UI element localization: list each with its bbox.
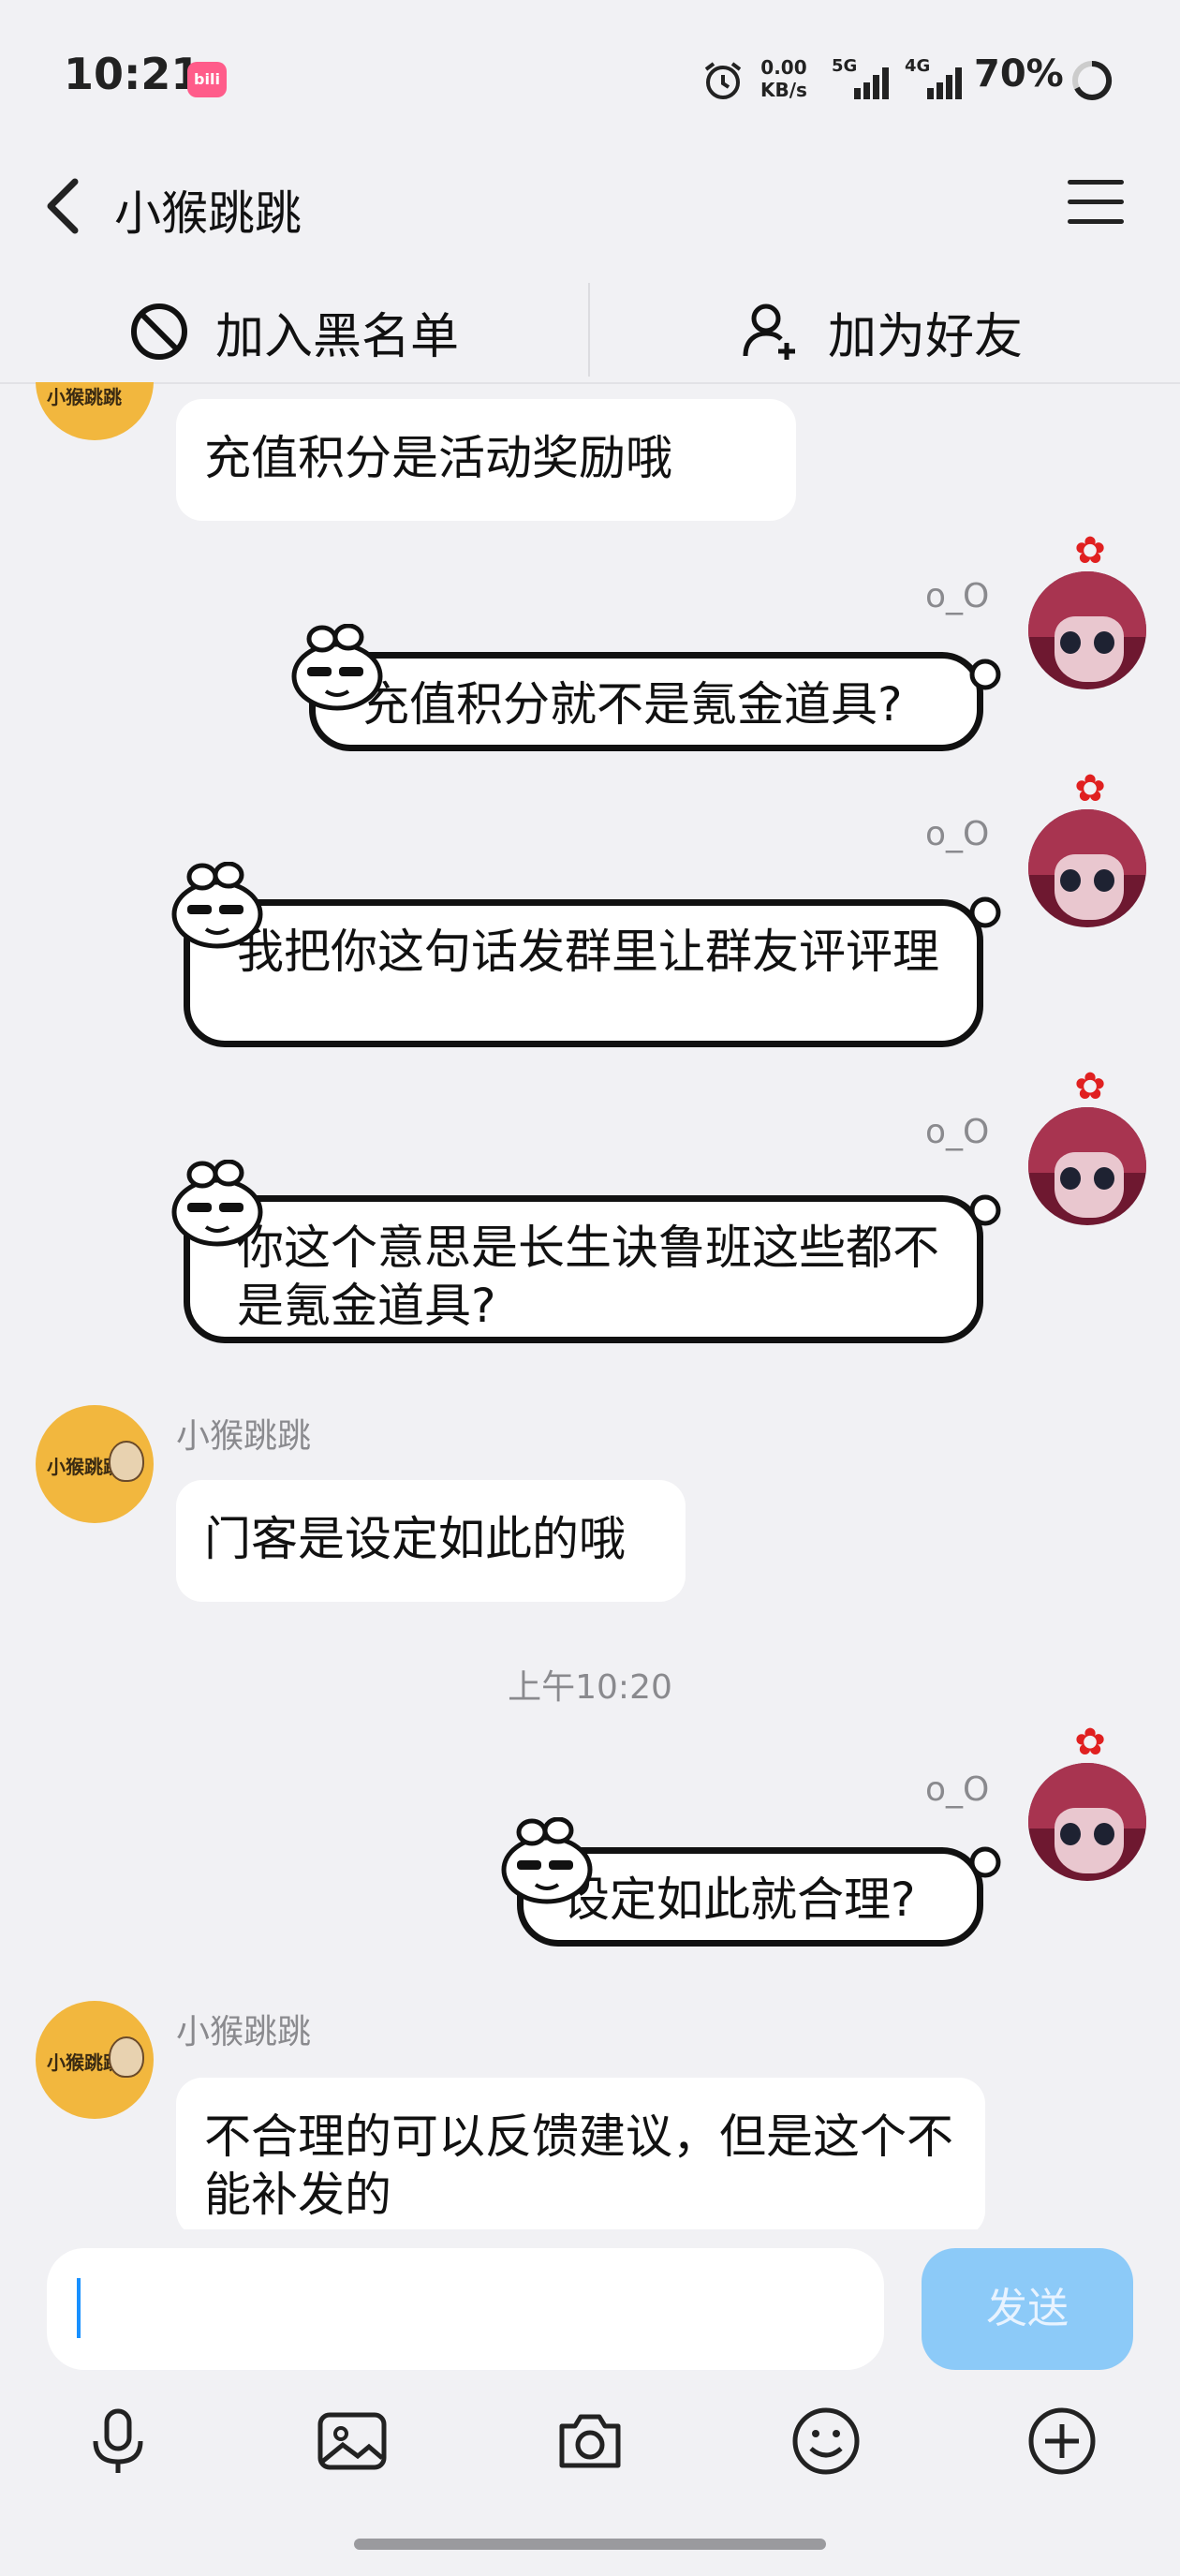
network-speed-value: 0.00 xyxy=(760,56,807,79)
network-speed: 0.00 KB/s xyxy=(760,56,807,101)
message-bubble-left[interactable]: 充值积分是活动奖励哦 xyxy=(176,399,796,521)
contact-avatar[interactable]: 小猴跳跳 xyxy=(36,2001,154,2119)
alarm-icon xyxy=(704,62,742,99)
contact-avatar[interactable]: 小猴跳跳 xyxy=(36,1405,154,1523)
self-avatar[interactable] xyxy=(1028,1763,1146,1881)
block-button[interactable]: 加入黑名单 xyxy=(127,298,459,365)
bilibili-app-icon: bili xyxy=(187,62,227,97)
action-divider xyxy=(588,283,590,377)
message-bubble-left[interactable]: 门客是设定如此的哦 xyxy=(176,1480,686,1602)
home-indicator[interactable] xyxy=(354,2539,826,2550)
message-bubble-left[interactable]: 不合理的可以反馈建议，但是这个不能补发的 xyxy=(176,2078,985,2237)
monkey-mascot-icon xyxy=(109,1441,144,1482)
bubble-ear-icon xyxy=(969,1846,1001,1878)
add-friend-button[interactable]: 加为好友 xyxy=(740,298,1023,365)
signal-5g-icon xyxy=(854,67,889,99)
page-title: 小猴跳跳 xyxy=(114,186,302,241)
message-input[interactable] xyxy=(47,2248,884,2370)
avatar-logo-text: 小猴跳跳 xyxy=(47,386,122,408)
status-time: 10:21 xyxy=(64,49,201,99)
plus-icon[interactable] xyxy=(1025,2404,1099,2479)
monkey-mascot-icon xyxy=(109,2036,144,2078)
microphone-icon[interactable] xyxy=(81,2404,155,2479)
sender-nickname: o_O xyxy=(925,1770,990,1809)
block-label: 加入黑名单 xyxy=(215,308,460,365)
emoji-icon[interactable] xyxy=(789,2404,863,2479)
message-bubble-right[interactable]: 你这个意思是长生诀鲁班这些都不是氪金道具? xyxy=(184,1195,983,1343)
bunny-sticker-icon xyxy=(171,1160,263,1247)
sender-nickname: o_O xyxy=(925,577,990,615)
add-friend-icon xyxy=(743,303,795,360)
text-caret xyxy=(77,2278,81,2338)
flower-decoration-icon: ✿ xyxy=(1074,1721,1106,1764)
camera-icon[interactable] xyxy=(553,2404,627,2479)
self-avatar[interactable] xyxy=(1028,1107,1146,1225)
bubble-ear-icon xyxy=(969,1194,1001,1226)
sender-nickname: o_O xyxy=(925,1113,990,1151)
flower-decoration-icon: ✿ xyxy=(1074,1065,1106,1108)
self-avatar[interactable] xyxy=(1028,571,1146,689)
send-button[interactable]: 发送 xyxy=(922,2248,1133,2370)
menu-icon[interactable] xyxy=(1068,180,1124,227)
bubble-ear-icon xyxy=(969,659,1001,690)
flower-decoration-icon: ✿ xyxy=(1074,767,1106,810)
sender-nickname: 小猴跳跳 xyxy=(176,1417,312,1456)
bunny-sticker-icon xyxy=(171,862,263,949)
status-bar: 10:21 bili 0.00 KB/s 5G 4G 70% xyxy=(0,0,1180,141)
message-bubble-right[interactable]: 充值积分就不是氪金道具? xyxy=(309,652,983,751)
back-arrow-icon[interactable] xyxy=(37,169,94,244)
flower-decoration-icon: ✿ xyxy=(1074,529,1106,572)
battery-ring-icon xyxy=(1072,60,1113,100)
image-icon[interactable] xyxy=(315,2404,390,2479)
message-bubble-right[interactable]: 我把你这句话发群里让群友评评理 xyxy=(184,899,983,1047)
battery-percent: 70% xyxy=(974,52,1064,96)
signal-4g-icon xyxy=(927,67,962,99)
self-avatar[interactable] xyxy=(1028,809,1146,927)
sender-nickname: o_O xyxy=(925,815,990,853)
bubble-ear-icon xyxy=(969,896,1001,928)
bunny-sticker-icon xyxy=(291,624,383,711)
network-speed-unit: KB/s xyxy=(760,79,807,101)
block-icon xyxy=(131,303,187,360)
bunny-sticker-icon xyxy=(501,1817,593,1904)
chat-timestamp: 上午10:20 xyxy=(508,1668,672,1707)
sender-nickname: 小猴跳跳 xyxy=(176,2013,312,2051)
add-friend-label: 加为好友 xyxy=(828,308,1024,365)
